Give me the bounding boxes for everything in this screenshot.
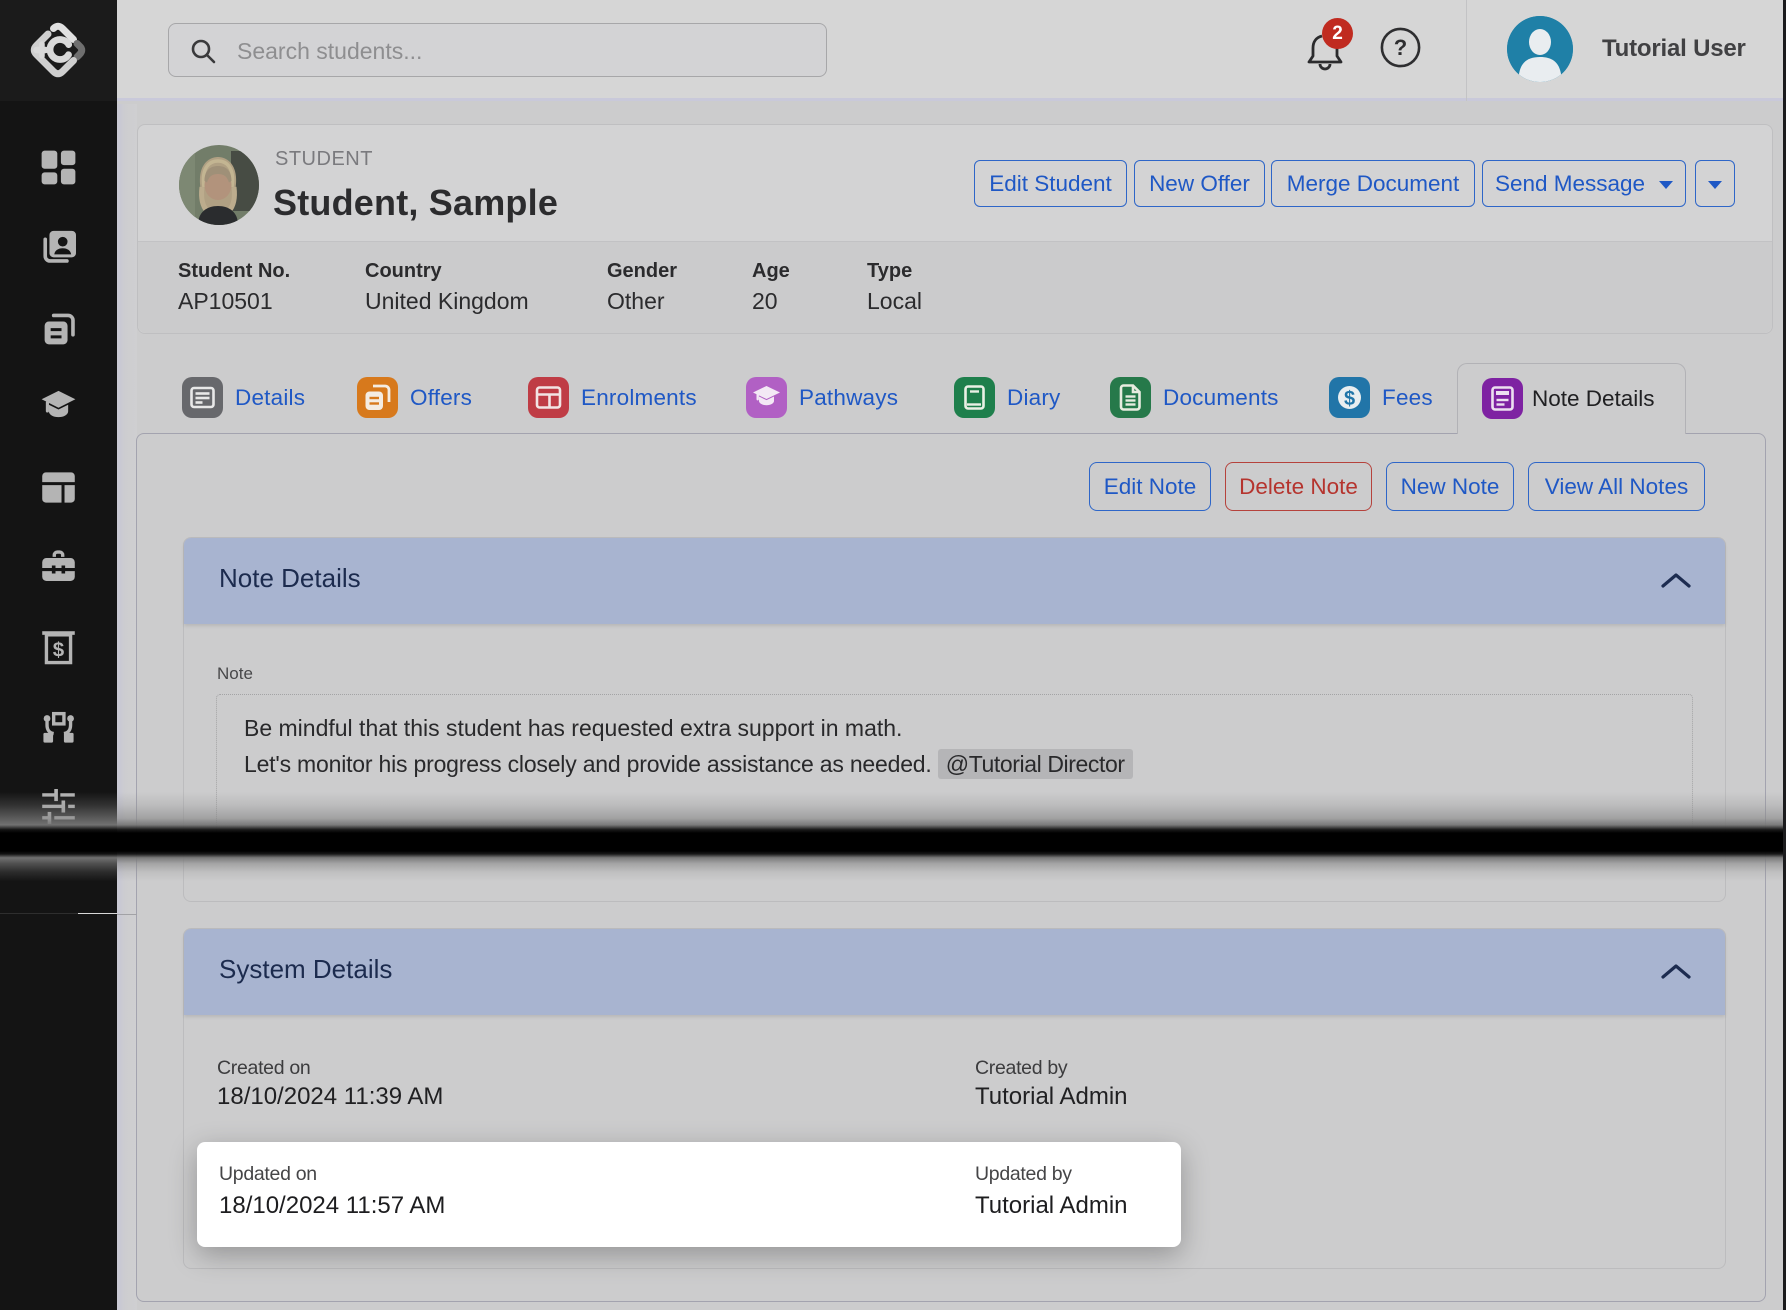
svg-text:?: ? bbox=[1394, 35, 1407, 60]
svg-text:$: $ bbox=[53, 639, 65, 662]
svg-text:$: $ bbox=[1344, 388, 1355, 410]
